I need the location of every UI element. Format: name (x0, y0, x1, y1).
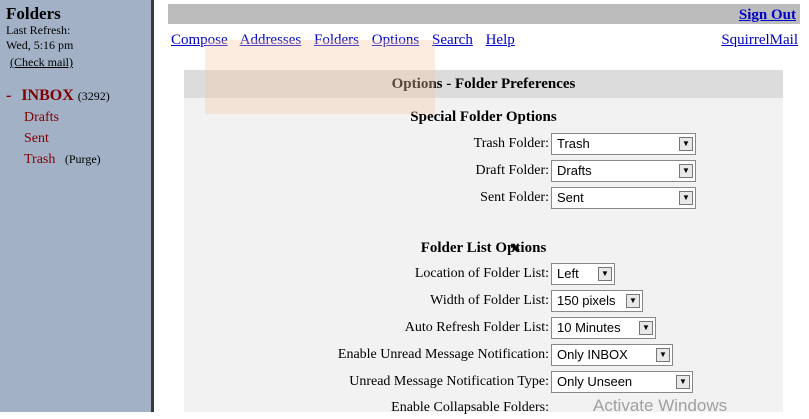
nav-help[interactable]: Help (486, 32, 515, 48)
chevron-down-icon: ▼ (626, 294, 640, 308)
squirrelmail-link[interactable]: SquirrelMail (721, 32, 798, 49)
last-refresh-label: Last Refresh: (6, 23, 71, 37)
unread-notification-type-label: Unread Message Notification Type: (349, 374, 549, 389)
auto-refresh-row: Auto Refresh Folder List: 10 Minutes ▼ (184, 317, 783, 339)
unread-notification-label: Enable Unread Message Notification: (337, 347, 549, 362)
chevron-down-icon: ▼ (598, 267, 612, 281)
sent-folder-value: Sent (557, 190, 584, 205)
trash-folder-value: Trash (557, 136, 590, 151)
chevron-down-icon: ▼ (676, 375, 690, 389)
folder-item-sent[interactable]: Sent (6, 128, 151, 149)
unread-notification-type-select[interactable]: Only Unseen ▼ (551, 371, 693, 393)
folder-label-trash[interactable]: Trash (24, 152, 55, 167)
draft-folder-value: Drafts (557, 163, 592, 178)
unread-notification-type-row: Unread Message Notification Type: Only U… (184, 371, 783, 393)
auto-refresh-value: 10 Minutes (557, 320, 621, 335)
sent-folder-label: Sent Folder: (480, 190, 549, 205)
draft-folder-select[interactable]: Drafts ▼ (551, 160, 696, 182)
auto-refresh-label: Auto Refresh Folder List: (404, 320, 549, 335)
mouse-cursor-icon: ⬉ (509, 241, 521, 256)
folder-sidebar: Folders Last Refresh: Wed, 5:16 pm (Chec… (0, 0, 154, 412)
trash-folder-label: Trash Folder: (473, 136, 549, 151)
folder-list-location-label: Location of Folder List: (414, 266, 549, 281)
unread-notification-type-value: Only Unseen (557, 374, 633, 389)
folder-list-width-label: Width of Folder List: (430, 293, 549, 308)
check-mail-link[interactable]: (Check mail) (6, 55, 73, 70)
draft-folder-row: Draft Folder: Drafts ▼ (184, 160, 783, 182)
chevron-down-icon: ▼ (639, 321, 653, 335)
sign-out-link[interactable]: Sign Out (739, 7, 796, 23)
top-bar: Sign Out (168, 4, 800, 24)
folder-list-width-row: Width of Folder List: 150 pixels ▼ (184, 290, 783, 312)
unread-notification-row: Enable Unread Message Notification: Only… (184, 344, 783, 366)
purge-trash-link[interactable]: (Purge) (65, 152, 101, 166)
activate-windows-watermark: Activate Windows (593, 396, 728, 415)
inbox-collapse-toggle[interactable]: - (6, 87, 11, 104)
folder-list-location-row: Location of Folder List: Left ▼ (184, 263, 783, 285)
folder-item-trash[interactable]: Trash (Purge) (6, 149, 151, 170)
chevron-down-icon: ▼ (656, 348, 670, 362)
nav-search[interactable]: Search (432, 32, 473, 48)
last-refresh-time: Wed, 5:16 pm (6, 38, 74, 52)
folder-item-inbox[interactable]: - INBOX (3292) (6, 85, 151, 107)
chevron-down-icon: ▼ (679, 191, 693, 205)
chevron-down-icon: ▼ (679, 137, 693, 151)
faded-popup-overlay (205, 40, 435, 114)
sidebar-title: Folders (6, 4, 61, 23)
chevron-down-icon: ▼ (679, 164, 693, 178)
folder-item-drafts[interactable]: Drafts (6, 107, 151, 128)
trash-folder-row: Trash Folder: Trash ▼ (184, 133, 783, 155)
folder-label-inbox[interactable]: INBOX (21, 87, 73, 104)
sent-folder-select[interactable]: Sent ▼ (551, 187, 696, 209)
unread-notification-select[interactable]: Only INBOX ▼ (551, 344, 673, 366)
folder-list-width-value: 150 pixels (557, 293, 616, 308)
folder-list-location-select[interactable]: Left ▼ (551, 263, 615, 285)
folder-list: - INBOX (3292) Drafts Sent Trash (Purge) (6, 85, 151, 170)
folder-label-sent[interactable]: Sent (24, 131, 49, 146)
draft-folder-label: Draft Folder: (475, 163, 549, 178)
folder-label-drafts[interactable]: Drafts (24, 110, 59, 125)
folder-list-location-value: Left (557, 266, 579, 281)
sent-folder-row: Sent Folder: Sent ▼ (184, 187, 783, 209)
folder-list-width-select[interactable]: 150 pixels ▼ (551, 290, 643, 312)
unread-notification-value: Only INBOX (557, 347, 628, 362)
folder-preferences-panel: Options - Folder Preferences Special Fol… (184, 70, 783, 415)
auto-refresh-select[interactable]: 10 Minutes ▼ (551, 317, 656, 339)
folder-list-section-title: Folder List Options (420, 240, 547, 256)
collapsable-folders-label: Enable Collapsable Folders: (391, 400, 549, 415)
trash-folder-select[interactable]: Trash ▼ (551, 133, 696, 155)
inbox-unread-count: (3292) (77, 89, 110, 103)
